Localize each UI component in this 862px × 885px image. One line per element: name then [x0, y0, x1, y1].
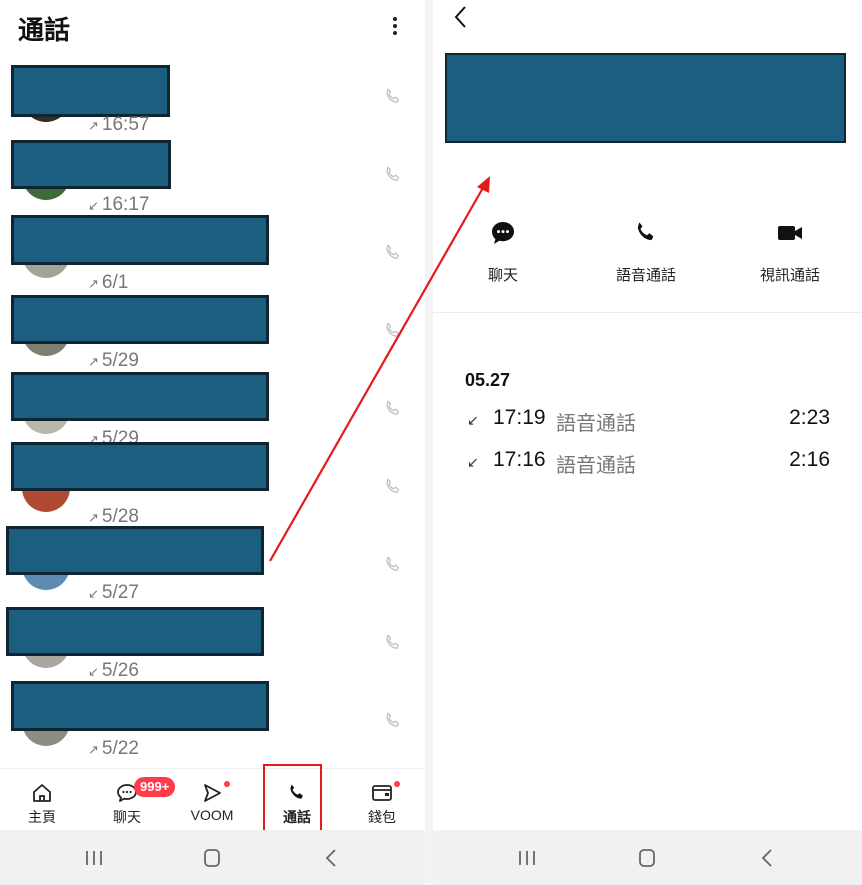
call-time: 5/29	[101, 350, 139, 371]
bottom-tab-bar: 主頁 聊天 999+ VOOM 通話 錢包	[0, 768, 425, 831]
voom-icon	[204, 784, 221, 802]
more-options-icon[interactable]	[384, 14, 406, 40]
incoming-arrow-icon: ↙	[88, 198, 99, 213]
video-camera-icon	[778, 226, 802, 240]
action-label: 視訊通話	[759, 266, 820, 284]
phone-icon[interactable]	[382, 710, 404, 732]
phone-icon[interactable]	[382, 398, 404, 420]
back-button-icon[interactable]	[320, 847, 344, 869]
call-row[interactable]: ↙ 5/27	[0, 526, 425, 608]
redaction-box	[11, 372, 269, 421]
phone-icon[interactable]	[382, 164, 404, 186]
outgoing-arrow-icon: ↗	[88, 276, 99, 291]
call-row[interactable]: ↗ 5/29	[0, 295, 425, 374]
call-type: 語音通話	[556, 455, 636, 477]
redaction-box	[11, 295, 269, 344]
incoming-arrow-icon: ↙	[467, 412, 479, 428]
action-label: 聊天	[487, 266, 518, 284]
history-date: 05.27	[465, 370, 511, 390]
call-row[interactable]: ↗ 5/28	[0, 442, 425, 530]
call-row[interactable]: ↙ 5/26	[0, 607, 425, 686]
redaction-box	[11, 140, 171, 189]
unread-badge: 999+	[134, 777, 176, 797]
tab-label: 主頁	[28, 809, 56, 825]
outgoing-arrow-icon: ↗	[88, 510, 99, 525]
incoming-arrow-icon: ↙	[88, 664, 99, 679]
call-history-row: ↙ 17:16 語音通話 2:16	[465, 448, 830, 478]
voice-call-button[interactable]: 語音通話	[591, 218, 701, 285]
call-time: 17:16	[493, 448, 546, 471]
call-type: 語音通話	[556, 413, 636, 435]
incoming-arrow-icon: ↙	[467, 454, 479, 470]
home-button-icon[interactable]	[635, 847, 659, 869]
phone-icon	[637, 222, 654, 241]
call-time: 5/26	[101, 660, 139, 681]
tab-home[interactable]: 主頁	[2, 769, 82, 831]
phone-icon[interactable]	[382, 242, 404, 264]
wallet-icon	[372, 785, 392, 801]
outgoing-arrow-icon: ↗	[88, 354, 99, 369]
call-row[interactable]: ↗ 5/22	[0, 681, 425, 764]
redaction-box	[11, 681, 269, 731]
call-row[interactable]: ↗ 5/29	[0, 372, 425, 452]
redaction-box	[11, 442, 269, 491]
call-time: 5/22	[101, 738, 139, 759]
tab-voom[interactable]: VOOM	[172, 769, 252, 831]
call-row[interactable]: ↗ 16:57	[0, 62, 425, 140]
call-time: 6/1	[101, 272, 129, 293]
call-history-row: ↙ 17:19 語音通話 2:23	[465, 406, 830, 436]
tab-label: 聊天	[113, 809, 141, 825]
incoming-arrow-icon: ↙	[88, 586, 99, 601]
home-icon	[33, 784, 51, 802]
call-time: 17:19	[493, 406, 546, 429]
redaction-box	[6, 526, 264, 575]
call-duration: 2:23	[789, 406, 830, 429]
notification-dot	[224, 781, 230, 787]
video-call-button[interactable]: 視訊通話	[735, 218, 845, 285]
section-divider	[433, 312, 862, 313]
call-detail-screen: 聊天 語音通話 視訊通話 05.27 ↙ 17:19 語音通話 2:23 ↙ 1…	[433, 0, 862, 885]
redaction-box	[11, 215, 269, 265]
redaction-box	[6, 607, 264, 656]
call-time: 16:57	[101, 114, 150, 135]
call-time: 5/27	[101, 582, 139, 603]
notification-dot	[394, 781, 400, 787]
back-button-icon[interactable]	[756, 847, 780, 869]
phone-icon[interactable]	[382, 476, 404, 498]
phone-icon[interactable]	[382, 554, 404, 576]
tab-wallet[interactable]: 錢包	[342, 769, 422, 831]
phone-icon[interactable]	[382, 320, 404, 342]
outgoing-arrow-icon: ↗	[88, 742, 99, 757]
chat-action-button[interactable]: 聊天	[448, 218, 558, 285]
call-row[interactable]: ↙ 16:17	[0, 140, 425, 218]
redaction-box	[11, 65, 170, 117]
call-time: 16:17	[101, 194, 150, 215]
outgoing-arrow-icon: ↗	[88, 118, 99, 133]
recent-apps-icon[interactable]	[82, 847, 106, 869]
call-list-screen: 通話 ↗ 16:57 ↙ 16:17 ↗ 6/1 ↗ 5/29 ↗ 5/29 ↗ 5/28	[0, 0, 425, 885]
panel-divider	[425, 0, 433, 885]
phone-icon[interactable]	[382, 632, 404, 654]
home-button-icon[interactable]	[200, 847, 224, 869]
call-row[interactable]: ↗ 6/1	[0, 215, 425, 296]
chat-bubble-icon	[492, 222, 514, 244]
tab-label: 錢包	[368, 809, 396, 825]
action-label: 語音通話	[615, 266, 676, 284]
redaction-box	[445, 53, 846, 143]
back-arrow-icon[interactable]	[451, 4, 469, 30]
call-duration: 2:16	[789, 448, 830, 471]
page-title: 通話	[18, 16, 71, 46]
recent-apps-icon[interactable]	[515, 847, 539, 869]
phone-icon[interactable]	[382, 86, 404, 108]
call-time: 5/28	[101, 506, 139, 527]
tab-label: VOOM	[190, 807, 234, 823]
highlight-box	[263, 764, 322, 836]
